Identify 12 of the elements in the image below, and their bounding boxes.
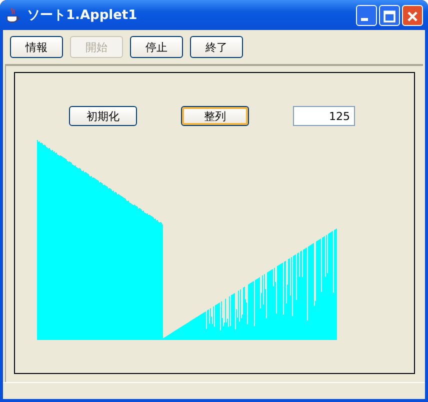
toolbar-button[interactable]: 終了 bbox=[190, 36, 243, 58]
maximize-button[interactable] bbox=[379, 4, 400, 26]
count-field[interactable]: 125 bbox=[293, 106, 355, 126]
minimize-button[interactable] bbox=[356, 4, 377, 26]
window-title: ソート1.Applet1 bbox=[27, 7, 138, 24]
toolbar-button[interactable]: 情報 bbox=[10, 36, 63, 58]
coffee-cup-icon bbox=[5, 7, 21, 23]
minimize-icon bbox=[361, 18, 368, 20]
close-button[interactable] bbox=[402, 4, 423, 26]
toolbar-button[interactable]: 停止 bbox=[130, 36, 183, 58]
panel-button[interactable]: 整列 bbox=[181, 106, 249, 126]
panel-button[interactable]: 初期化 bbox=[69, 106, 137, 126]
